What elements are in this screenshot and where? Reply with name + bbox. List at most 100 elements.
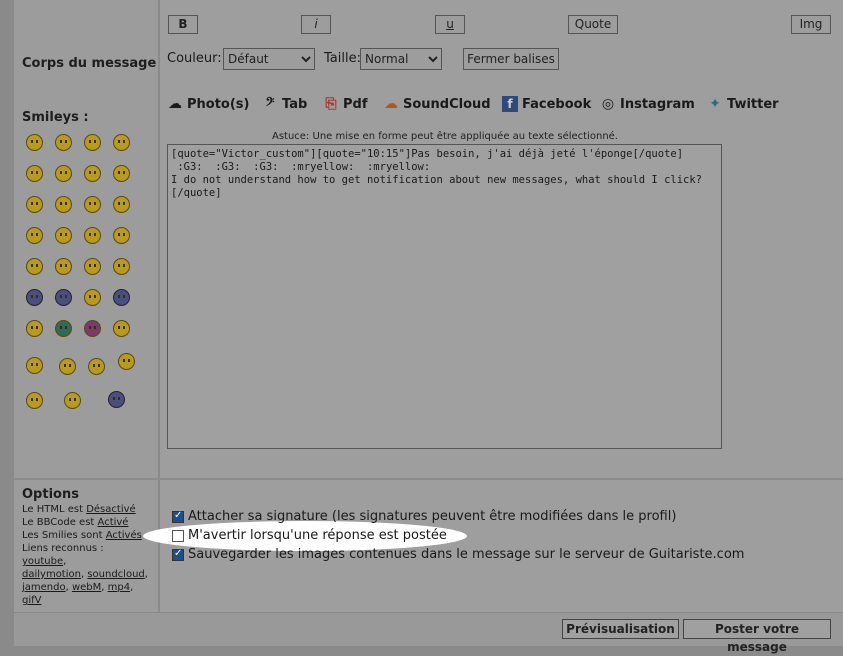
smiley-icon[interactable] (26, 357, 43, 374)
soundcloud-icon: ☁ (384, 96, 398, 112)
attach-signature-label: Attacher sa signature (les signatures pe… (188, 509, 677, 524)
facebook-label: Facebook (522, 96, 592, 112)
smiley-icon[interactable] (84, 258, 101, 275)
smiley-icon[interactable] (84, 134, 101, 151)
smileys-label: Smileys : (22, 110, 89, 125)
smiley-icon[interactable] (113, 196, 130, 213)
smiley-icon[interactable] (26, 196, 43, 213)
smilies-status: Les Smilies sont Activés (22, 530, 142, 541)
notify-checkbox[interactable] (172, 529, 184, 542)
smiley-icon[interactable] (113, 134, 130, 151)
tab-label: Tab (282, 96, 308, 112)
link-dailymotion[interactable]: dailymotion (22, 569, 81, 580)
smiley-icon[interactable] (84, 196, 101, 213)
smilies-prefix: Les Smilies sont (22, 530, 103, 541)
smiley-icon[interactable] (113, 320, 130, 337)
smiley-icon[interactable] (84, 165, 101, 182)
quote-button[interactable]: Quote (568, 15, 618, 34)
facebook-button[interactable]: f Facebook (502, 96, 591, 112)
smiley-icon[interactable] (26, 165, 43, 182)
twitter-button[interactable]: ✦ Twitter (707, 96, 779, 112)
links-line-3: jamendo, webM, mp4, (22, 582, 134, 593)
save-images-label: Sauvegarder les images contenues dans le… (188, 547, 745, 562)
smiley-icon[interactable] (55, 289, 72, 306)
html-value: Désactivé (86, 504, 136, 515)
smiley-icon[interactable] (55, 227, 72, 244)
twitter-label: Twitter (727, 96, 779, 112)
smilies-value[interactable]: Activés (106, 530, 142, 541)
smiley-icon[interactable] (84, 289, 101, 306)
html-status: Le HTML est Désactivé (22, 504, 136, 515)
bbcode-status: Le BBCode est Activé (22, 517, 128, 528)
instagram-button[interactable]: ◎ Instagram (600, 96, 695, 112)
link-webm[interactable]: webM (72, 582, 101, 593)
formatting-tip: Astuce: Une mise en forme peut être appl… (272, 131, 618, 142)
link-mp4[interactable]: mp4 (108, 582, 130, 593)
links-line-1: youtube, (22, 556, 67, 567)
pdf-label: Pdf (343, 96, 368, 112)
pdf-button[interactable]: ⎘ Pdf (323, 96, 368, 112)
photos-button[interactable]: ☁ Photo(s) (167, 96, 249, 112)
bbcode-prefix: Le BBCode est (22, 517, 95, 528)
notify-option[interactable]: M'avertir lorsqu'une réponse est postée (172, 528, 447, 543)
smiley-icon[interactable] (55, 258, 72, 275)
soundcloud-button[interactable]: ☁ SoundCloud (383, 96, 491, 112)
link-jamendo[interactable]: jamendo (22, 582, 66, 593)
options-title: Options (22, 487, 79, 502)
smiley-icon[interactable] (84, 227, 101, 244)
instagram-icon: ◎ (601, 96, 615, 112)
notify-label: M'avertir lorsqu'une réponse est postée (188, 528, 447, 543)
smiley-icon[interactable] (26, 320, 43, 337)
smiley-icon[interactable] (59, 358, 76, 375)
smiley-icon[interactable] (55, 134, 72, 151)
links-label: Liens reconnus : (22, 543, 104, 554)
color-select[interactable]: Défaut (223, 48, 315, 70)
smiley-icon[interactable] (55, 320, 72, 337)
smiley-icon[interactable] (113, 227, 130, 244)
bold-button[interactable]: B (168, 15, 198, 34)
smiley-icon[interactable] (113, 289, 130, 306)
size-select[interactable]: Normal (360, 48, 442, 70)
close-tags-button[interactable]: Fermer balises (463, 48, 559, 70)
smiley-icon[interactable] (26, 258, 43, 275)
link-gifv[interactable]: gifV (22, 595, 42, 606)
smiley-icon[interactable] (113, 258, 130, 275)
attach-signature-checkbox[interactable] (172, 510, 184, 523)
links-line-2: dailymotion, soundcloud, (22, 569, 148, 580)
smiley-icon[interactable] (113, 165, 130, 182)
twitter-icon: ✦ (709, 96, 721, 112)
save-images-option[interactable]: Sauvegarder les images contenues dans le… (172, 547, 744, 562)
bbcode-value[interactable]: Activé (98, 517, 129, 528)
underline-button[interactable]: u (435, 15, 465, 34)
facebook-icon: f (502, 96, 518, 112)
smiley-icon[interactable] (55, 196, 72, 213)
smiley-icon[interactable] (26, 289, 43, 306)
links-line-4: gifV (22, 595, 42, 606)
smiley-icon[interactable] (55, 165, 72, 182)
link-soundcloud[interactable]: soundcloud (87, 569, 144, 580)
link-youtube[interactable]: youtube (22, 556, 63, 567)
soundcloud-label: SoundCloud (403, 96, 491, 112)
save-images-checkbox[interactable] (172, 548, 184, 561)
attach-signature-option[interactable]: Attacher sa signature (les signatures pe… (172, 509, 676, 524)
smiley-icon[interactable] (88, 358, 105, 375)
instagram-label: Instagram (620, 96, 695, 112)
upload-cloud-icon: ☁ (168, 96, 182, 112)
img-button[interactable]: Img (791, 15, 831, 34)
thumbs-up-smiley-icon[interactable] (108, 391, 125, 408)
guitar-smiley-icon[interactable] (118, 353, 135, 370)
size-label: Taille: (324, 51, 361, 66)
smiley-icon[interactable] (26, 134, 43, 151)
photos-label: Photo(s) (187, 96, 250, 112)
italic-button[interactable]: i (301, 15, 331, 34)
smiley-icon[interactable] (26, 227, 43, 244)
smiley-icon[interactable] (84, 320, 101, 337)
post-button[interactable]: Poster votre message (683, 619, 831, 654)
color-label: Couleur: (167, 51, 222, 66)
pdf-icon: ⎘ (325, 96, 337, 112)
smiley-icon[interactable] (64, 392, 81, 409)
preview-button[interactable]: Prévisualisation (562, 619, 679, 639)
smiley-icon[interactable] (26, 392, 43, 409)
tab-button[interactable]: 𝄢 Tab (262, 96, 307, 112)
message-textarea[interactable]: [quote="Victor_custom"][quote="10:15"]Pa… (167, 144, 722, 449)
